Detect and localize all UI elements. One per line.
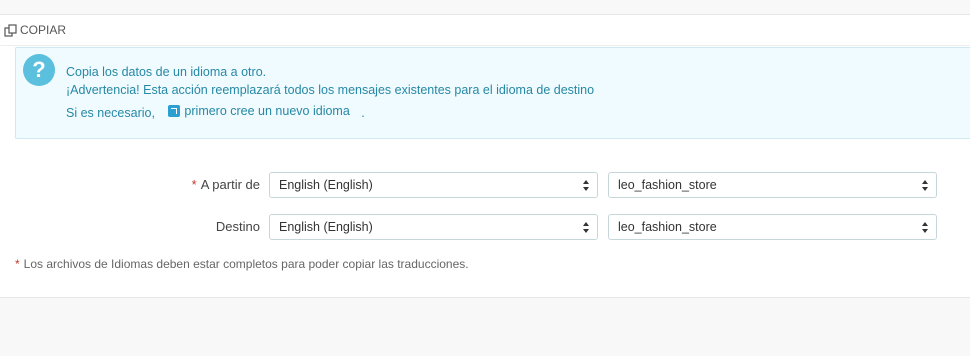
to-language-select[interactable]: English (English) xyxy=(269,214,598,240)
question-icon: ? xyxy=(23,54,55,86)
to-label: Destino xyxy=(215,219,260,234)
from-language-select[interactable]: English (English) xyxy=(269,172,598,198)
required-mark: * xyxy=(15,257,20,271)
create-language-link[interactable]: primero cree un nuevo idioma xyxy=(168,104,350,118)
from-language-value: English (English) xyxy=(279,178,373,192)
to-language-value: English (English) xyxy=(279,220,373,234)
required-footnote: * Los archivos de Idiomas deben estar com… xyxy=(15,257,469,271)
select-arrows-icon xyxy=(922,180,928,191)
external-link-icon xyxy=(168,105,181,117)
copy-icon xyxy=(4,23,17,37)
info-line-warning: ¡Advertencia! Esta acción reemplazará to… xyxy=(66,83,595,97)
create-language-link-label: primero cree un nuevo idioma xyxy=(184,104,350,118)
select-arrows-icon xyxy=(583,180,589,191)
required-mark: * xyxy=(191,177,197,192)
panel-title: COPIAR xyxy=(20,23,67,37)
info-line-description: Copia los datos de un idioma a otro. xyxy=(66,65,267,79)
from-label: * A partir de xyxy=(150,177,260,192)
panel-heading: COPIAR xyxy=(0,15,970,46)
footnote-text: Los archivos de Idiomas deben estar comp… xyxy=(23,257,469,271)
select-arrows-icon xyxy=(922,222,928,233)
from-label-text: A partir de xyxy=(200,177,260,192)
from-theme-select[interactable]: leo_fashion_store xyxy=(608,172,937,198)
to-theme-select[interactable]: leo_fashion_store xyxy=(608,214,937,240)
to-theme-value: leo_fashion_store xyxy=(618,220,717,234)
info-line-suffix: . xyxy=(361,106,365,120)
info-line-prefix: Si es necesario, xyxy=(66,106,155,120)
info-line-new-language: Si es necesario, primero cree un nuevo i… xyxy=(66,104,365,120)
from-theme-value: leo_fashion_store xyxy=(618,178,717,192)
info-alert: ? Copia los datos de un idioma a otro. ¡… xyxy=(15,47,970,139)
select-arrows-icon xyxy=(583,222,589,233)
